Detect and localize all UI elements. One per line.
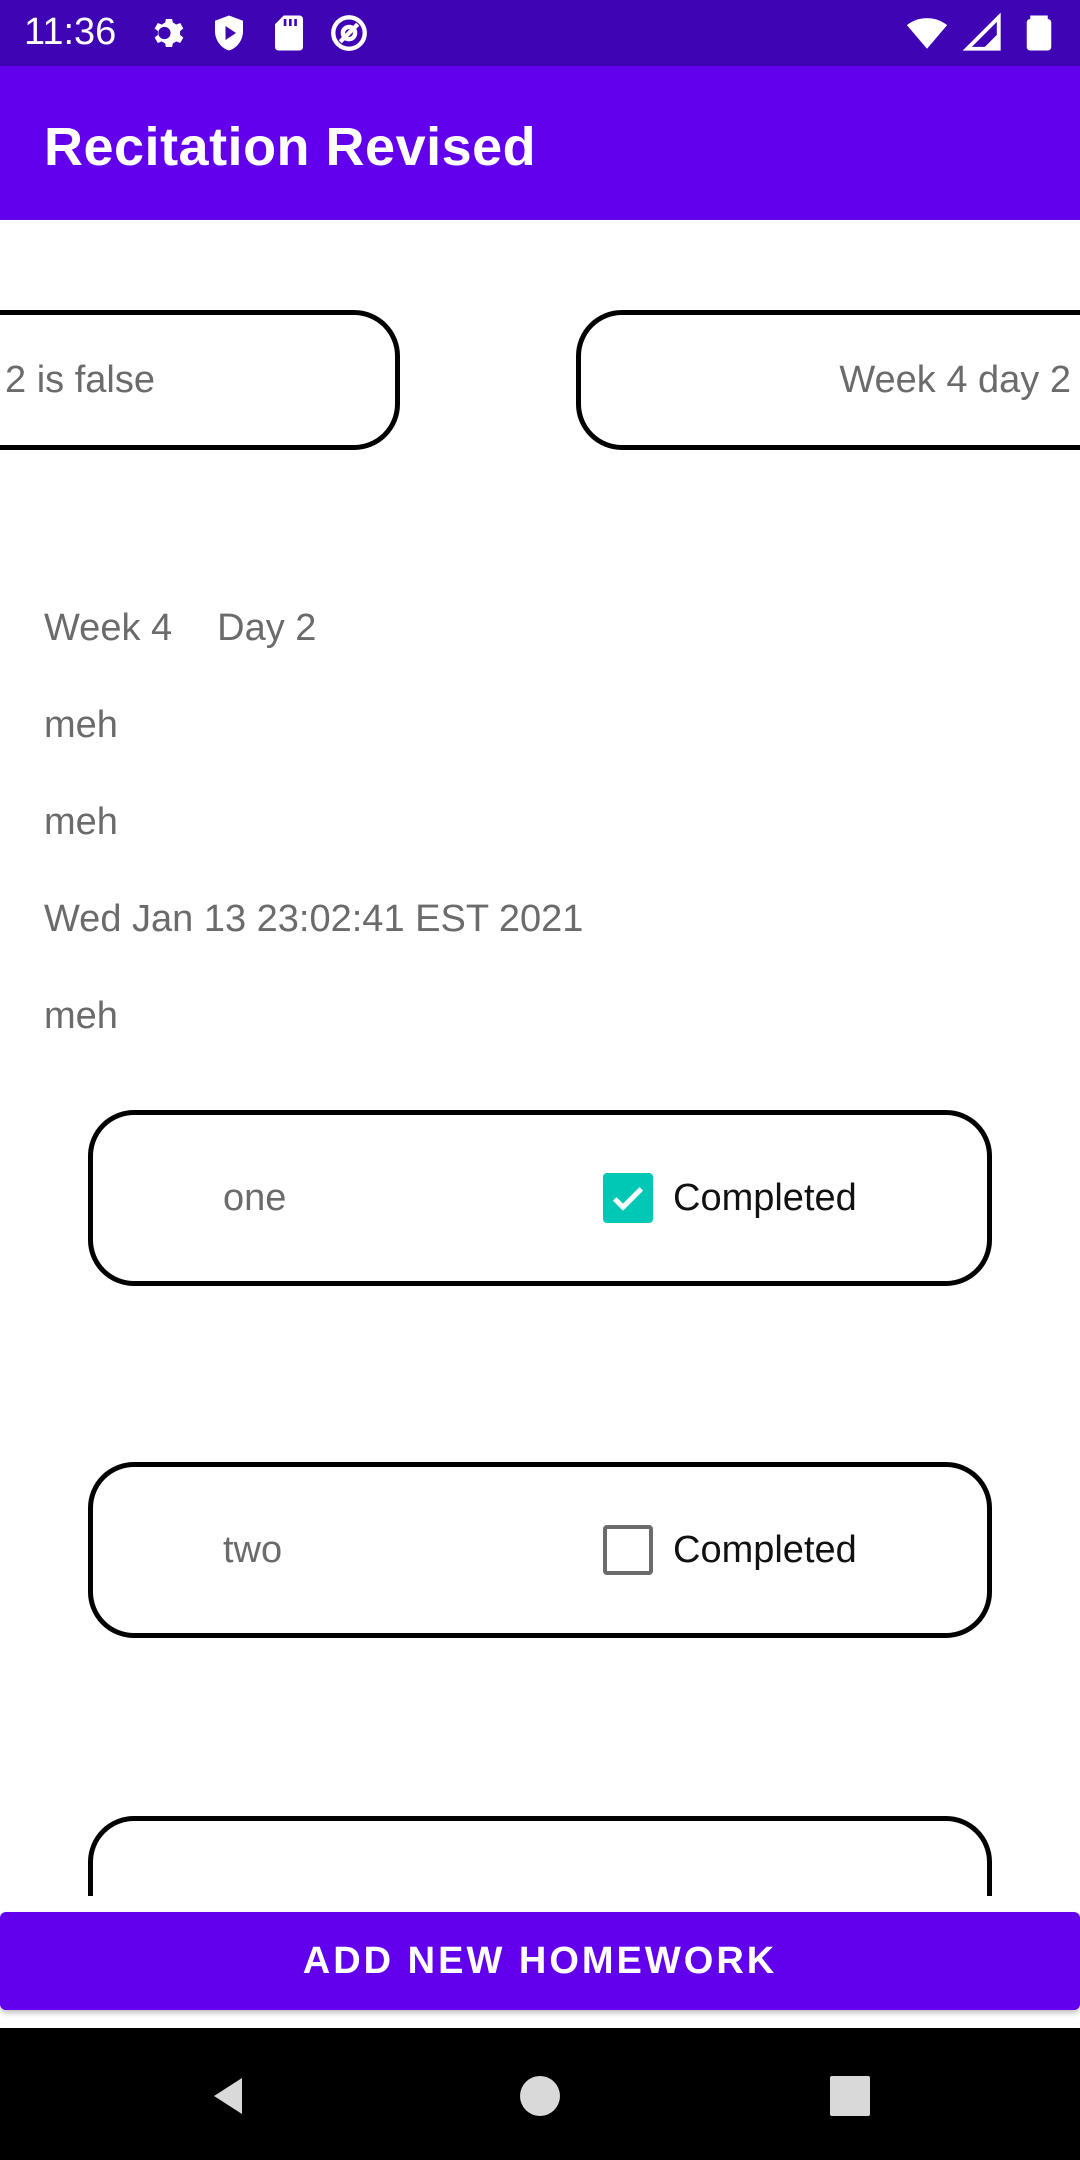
home-icon[interactable] [516,2072,564,2120]
pager-card-previous-label: 2 is false [5,358,155,401]
week-day-row: Week 4 Day 2 [44,580,583,677]
completed-label: Completed [673,1176,857,1219]
checkbox-unchecked[interactable] [603,1525,653,1575]
status-bar: 11:36 [0,0,1080,66]
week-label: Week 4 [44,607,173,649]
recitation-pager[interactable]: 2 is false Week 4 day 2 [0,220,1080,535]
battery-icon [1018,12,1060,54]
completed-toggle[interactable]: Completed [603,1115,857,1281]
signal-icon [962,12,1004,54]
homework-list-overflow [0,1780,1080,1896]
system-nav-bar [0,2028,1080,2160]
homework-card-partial [88,1816,992,1896]
gear-icon [148,12,190,54]
pager-card-previous[interactable]: 2 is false [0,310,400,450]
at-sign-icon [328,12,370,54]
completed-toggle[interactable]: Completed [603,1467,857,1633]
detail-line: meh [44,801,118,843]
shield-play-icon [208,12,250,54]
homework-card: two Completed [88,1462,992,1638]
completed-label: Completed [673,1528,857,1571]
pager-card-current[interactable]: Week 4 day 2 [576,310,1080,450]
back-icon[interactable] [204,2072,252,2120]
wifi-icon [906,12,948,54]
homework-name: one [223,1176,287,1219]
sd-card-icon [268,12,310,54]
detail-line: meh [44,704,118,746]
status-time: 11:36 [24,11,117,53]
homework-name: two [223,1528,283,1571]
app-bar: Recitation Revised [0,66,1080,220]
pager-card-current-label: Week 4 day 2 [839,358,1071,401]
detail-line: meh [44,995,118,1037]
homework-card: one Completed [88,1110,992,1286]
date-label: Wed Jan 13 23:02:41 EST 2021 [44,898,584,940]
page-title: Recitation Revised [44,117,537,177]
recitation-details: Week 4 Day 2 meh meh Wed Jan 13 23:02:41… [44,580,583,1065]
add-homework-button[interactable]: ADD NEW HOMEWORK [0,1912,1080,2010]
day-label: Day 2 [217,607,317,649]
recents-icon[interactable] [826,2072,874,2120]
status-icons-left [148,12,370,54]
check-icon [612,1187,644,1211]
status-icons-right [906,12,1060,54]
checkbox-checked[interactable] [603,1173,653,1223]
